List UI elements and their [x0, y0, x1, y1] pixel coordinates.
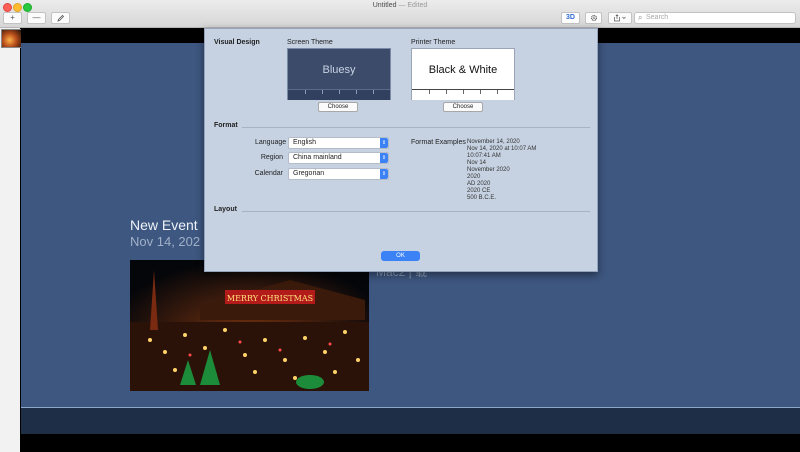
- svg-text:MERRY CHRISTMAS: MERRY CHRISTMAS: [227, 294, 313, 303]
- settings-button[interactable]: [585, 12, 602, 24]
- format-example-8: 2020 CE: [467, 188, 491, 194]
- printer-theme-name: Black & White: [428, 64, 498, 76]
- window-title: Untitled — Edited: [0, 2, 800, 9]
- chevron-updown-icon: ⇕: [380, 169, 388, 179]
- choose-screen-theme-button[interactable]: Choose: [318, 102, 358, 112]
- choose-printer-label: Choose: [452, 104, 474, 110]
- language-select[interactable]: English ⇕: [288, 137, 389, 149]
- format-example-5: November 2020: [467, 167, 510, 173]
- choose-printer-theme-button[interactable]: Choose: [443, 102, 483, 112]
- calendar-select[interactable]: Gregorian ⇕: [288, 168, 389, 180]
- event-title[interactable]: New Event: [130, 217, 198, 233]
- search-field[interactable]: ⌕ Search: [634, 12, 796, 24]
- format-example-9: 500 B.C.E.: [467, 195, 497, 201]
- layout-section-label: Layout: [214, 206, 237, 213]
- add-label: +: [10, 13, 15, 22]
- 3d-toggle-button[interactable]: 3D: [561, 12, 580, 24]
- region-select[interactable]: China mainland ⇕: [288, 152, 389, 164]
- visual-design-label: Visual Design: [214, 39, 260, 46]
- preferences-dialog: Visual Design Screen Theme Printer Theme…: [204, 28, 598, 272]
- event-thumbnail[interactable]: [1, 29, 22, 48]
- screen-theme-label: Screen Theme: [287, 39, 333, 46]
- format-section-label: Format: [214, 122, 238, 129]
- format-example-4: Nov 14: [467, 160, 487, 166]
- gear-icon: [590, 14, 597, 22]
- edit-button[interactable]: [51, 12, 70, 24]
- format-example-1: November 14, 2020: [467, 139, 520, 145]
- pencil-icon: [56, 14, 64, 22]
- calendar-value: Gregorian: [293, 170, 325, 177]
- share-icon: [614, 14, 626, 22]
- ok-label: OK: [396, 253, 405, 259]
- add-button[interactable]: +: [3, 12, 22, 24]
- screen-theme-preview[interactable]: Bluesy: [287, 48, 391, 100]
- region-value: China mainland: [293, 154, 342, 161]
- screen-theme-name: Bluesy: [322, 64, 356, 76]
- bottom-strip: [21, 434, 800, 452]
- 3d-label: 3D: [566, 14, 575, 21]
- share-button[interactable]: [608, 12, 632, 24]
- format-examples-label: Format Examples: [411, 139, 466, 146]
- language-label: Language: [255, 139, 287, 146]
- remove-label: —: [32, 13, 41, 22]
- format-example-7: AD 2020: [467, 181, 491, 187]
- chevron-updown-icon: ⇕: [380, 138, 388, 148]
- printer-theme-ruler: [412, 89, 514, 100]
- event-date: Nov 14, 202: [130, 234, 201, 249]
- printer-theme-preview[interactable]: Black & White: [411, 48, 515, 100]
- language-value: English: [293, 139, 316, 146]
- calendar-label: Calendar: [254, 170, 283, 177]
- event-photo[interactable]: MERRY CHRISTMAS: [130, 260, 369, 391]
- layout-divider: [242, 211, 590, 212]
- format-example-3: 10:07:41 AM: [467, 153, 501, 159]
- canvas-footer: [21, 408, 800, 434]
- window-title-text: Untitled: [372, 2, 397, 9]
- printer-theme-label: Printer Theme: [411, 39, 456, 46]
- chevron-updown-icon: ⇕: [380, 153, 388, 163]
- search-placeholder: Search: [646, 14, 669, 21]
- choose-screen-label: Choose: [327, 104, 349, 110]
- ok-button[interactable]: OK: [381, 251, 420, 261]
- christmas-lights-photo: MERRY CHRISTMAS: [130, 260, 369, 391]
- window-title-edited: — Edited: [398, 2, 428, 9]
- search-icon: ⌕: [638, 13, 643, 22]
- screen-theme-ruler: [288, 89, 390, 100]
- format-example-6: 2020: [467, 174, 481, 180]
- region-label: Region: [260, 154, 283, 161]
- format-divider: [242, 127, 590, 128]
- window-titlebar: Untitled — Edited + — 3D ⌕ Search: [0, 0, 800, 28]
- format-example-2: Nov 14, 2020 at 10:07 AM: [467, 146, 537, 152]
- thumbnail-sidebar: [0, 28, 20, 452]
- remove-button[interactable]: —: [27, 12, 46, 24]
